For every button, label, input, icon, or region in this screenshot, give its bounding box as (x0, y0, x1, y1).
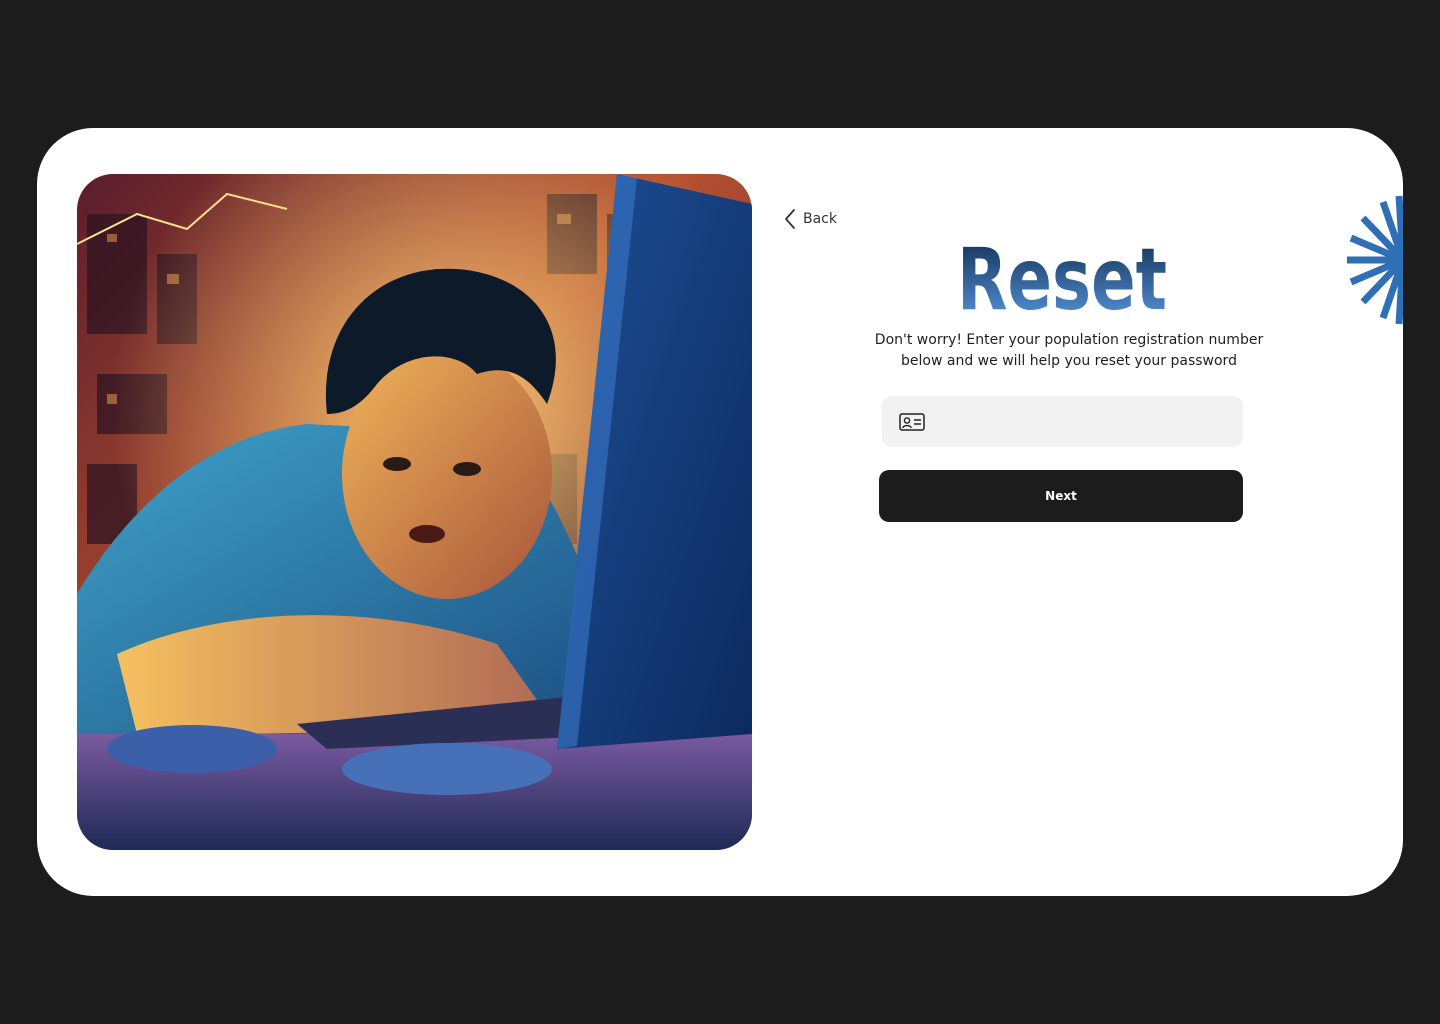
reset-card: Back Reset Don't worry! Enter your popul… (37, 128, 1403, 896)
page-title: Reset (879, 231, 1245, 323)
registration-number-input[interactable] (925, 396, 1243, 447)
page-title-text: Reset (957, 231, 1167, 323)
next-button[interactable]: Next (879, 470, 1243, 522)
sunburst-icon (1347, 195, 1403, 325)
back-label: Back (803, 211, 837, 227)
subtitle-line-2: below and we will help you reset your pa… (901, 353, 1237, 369)
back-link[interactable]: Back (783, 208, 837, 230)
subtitle: Don't worry! Enter your population regis… (855, 330, 1283, 372)
id-card-icon (899, 412, 925, 431)
registration-number-field[interactable] (882, 396, 1243, 447)
hero-illustration (77, 174, 752, 850)
chevron-left-icon (785, 209, 795, 229)
subtitle-line-1: Don't worry! Enter your population regis… (874, 332, 1264, 348)
